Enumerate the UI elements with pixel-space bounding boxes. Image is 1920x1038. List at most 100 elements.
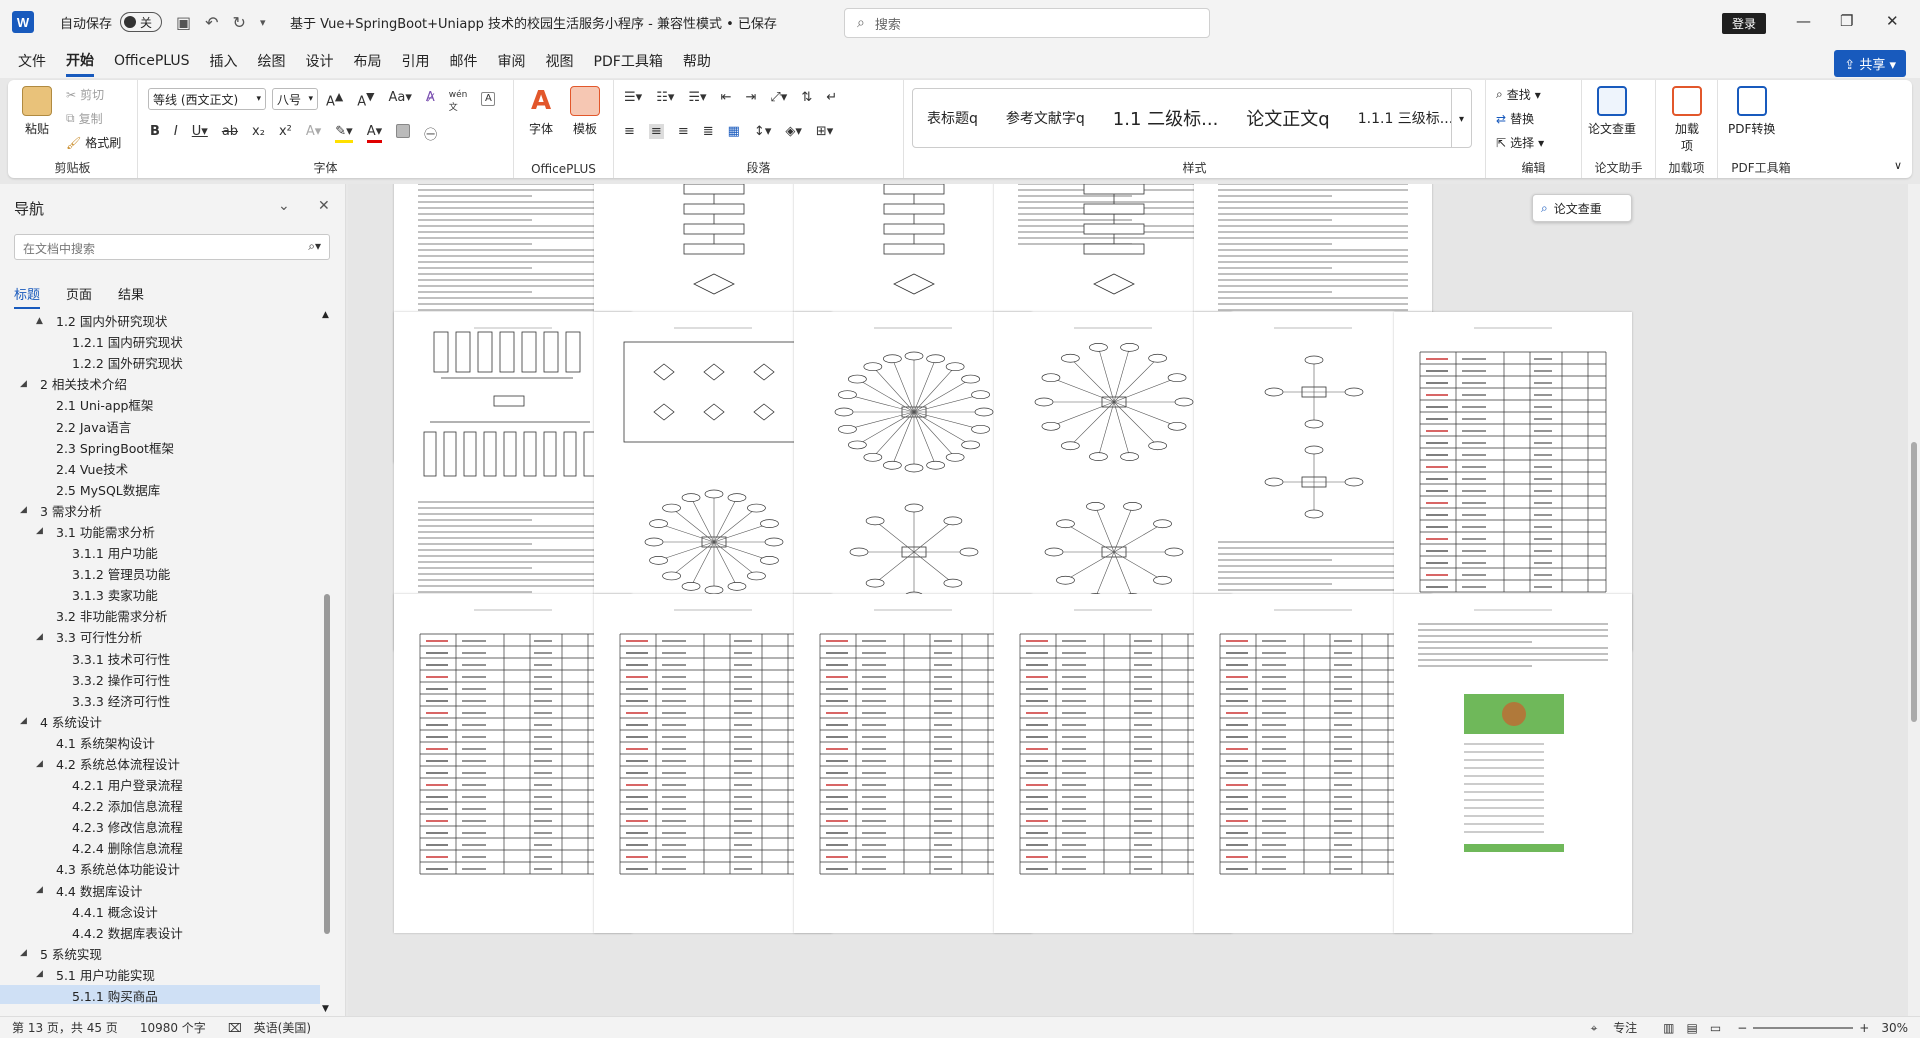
collapse-caret-icon[interactable]: ◢	[20, 379, 27, 389]
zoom-level[interactable]: 30%	[1881, 1021, 1908, 1035]
nav-heading-item[interactable]: 1.2.1 国内研究现状	[0, 331, 320, 352]
text-effects-icon[interactable]: A▾	[306, 124, 321, 143]
align-right-icon[interactable]: ≡	[678, 124, 689, 139]
nav-heading-item[interactable]: 2.4 Vue技术	[0, 458, 320, 479]
nav-scrollbar[interactable]: ▲ ▼	[322, 310, 332, 1014]
focus-mode[interactable]: ⌖ 专注	[1591, 1019, 1638, 1036]
login-button[interactable]: 登录	[1722, 13, 1767, 34]
subscript-icon[interactable]: x₂	[252, 124, 265, 143]
collapse-caret-icon[interactable]: ◢	[36, 969, 43, 979]
nav-heading-item[interactable]: 2.5 MySQL数据库	[0, 479, 320, 500]
align-left-icon[interactable]: ≡	[624, 124, 635, 139]
share-button[interactable]: ⇪ 共享 ▾	[1834, 50, 1906, 77]
minimize-icon[interactable]: —	[1796, 12, 1811, 30]
language-indicator[interactable]: 英语(美国)	[254, 1019, 311, 1036]
style-table-title[interactable]: 表标题q	[913, 108, 992, 128]
tab-design[interactable]: 设计	[306, 47, 334, 75]
nav-heading-item[interactable]: 4.4.1 概念设计	[0, 901, 320, 922]
nav-heading-item[interactable]: 3.3.3 经济可行性	[0, 690, 320, 711]
document-title[interactable]: 基于 Vue+SpringBoot+Uniapp 技术的校园生活服务小程序 - …	[290, 13, 777, 32]
find-button[interactable]: ⌕ 查找 ▾	[1496, 86, 1541, 103]
read-mode-icon[interactable]: ▥	[1663, 1021, 1674, 1035]
decrease-indent-icon[interactable]: ⇤	[721, 90, 732, 105]
collapse-ribbon-icon[interactable]: ∨	[1894, 159, 1902, 172]
nav-tab-headings[interactable]: 标题	[14, 284, 41, 309]
increase-indent-icon[interactable]: ⇥	[745, 90, 756, 105]
style-heading3[interactable]: 1.1.1 三级标...	[1344, 108, 1467, 128]
nav-close-icon[interactable]: ✕	[318, 198, 330, 214]
undo-icon[interactable]: ↶	[205, 13, 218, 32]
styles-more-icon[interactable]: ▾	[1451, 89, 1471, 147]
nav-heading-item[interactable]: 3.1.3 卖家功能	[0, 584, 320, 605]
collapse-caret-icon[interactable]: ◢	[20, 948, 27, 958]
document-page-thumbnail[interactable]	[1394, 594, 1632, 933]
page-count[interactable]: 第 13 页，共 45 页	[12, 1019, 118, 1036]
collapse-caret-icon[interactable]: ◢	[36, 632, 43, 642]
distributed-icon[interactable]: ▦	[728, 124, 740, 139]
tab-references[interactable]: 引用	[402, 47, 430, 75]
select-button[interactable]: ⇱ 选择 ▾	[1496, 134, 1544, 151]
nav-heading-item[interactable]: ◢ 3.3 可行性分析	[0, 626, 320, 647]
word-count[interactable]: 10980 个字	[140, 1019, 206, 1036]
nav-heading-item[interactable]: ◢ 4 系统设计	[0, 711, 320, 732]
nav-search-icon[interactable]: ⌕▾	[308, 239, 321, 254]
nav-heading-item[interactable]: 3.3.1 技术可行性	[0, 648, 320, 669]
bullets-icon[interactable]: ☰▾	[624, 90, 642, 105]
nav-heading-item[interactable]: 1.2.2 国外研究现状	[0, 352, 320, 373]
numbering-icon[interactable]: ☷▾	[656, 90, 674, 105]
nav-heading-item[interactable]: 4.2.4 删除信息流程	[0, 837, 320, 858]
tab-draw[interactable]: 绘图	[258, 47, 286, 75]
style-body[interactable]: 论文正文q	[1232, 105, 1343, 131]
zoom-slider[interactable]	[1753, 1026, 1854, 1029]
line-spacing-icon[interactable]: ↕▾	[754, 124, 771, 139]
nav-heading-item[interactable]: 4.2.3 修改信息流程	[0, 816, 320, 837]
restore-icon[interactable]: ❐	[1840, 12, 1853, 30]
nav-heading-item[interactable]: 3.2 非功能需求分析	[0, 605, 320, 626]
char-border-icon[interactable]: A	[481, 90, 496, 113]
tab-home[interactable]: 开始	[66, 46, 94, 77]
paste-button[interactable]: 粘贴	[22, 86, 52, 137]
nav-options-icon[interactable]: ⌄	[278, 198, 290, 214]
document-canvas[interactable]	[348, 184, 1908, 1016]
phonetic-guide-icon[interactable]: wén 文	[449, 90, 468, 113]
officeplus-font-button[interactable]: A 字体	[526, 86, 556, 137]
collapse-caret-icon[interactable]: ◢	[36, 885, 43, 895]
tab-mailings[interactable]: 邮件	[450, 47, 478, 75]
nav-heading-item[interactable]: 4.1 系统架构设计	[0, 732, 320, 753]
font-name-dropdown[interactable]: 等线 (西文正文) ▾	[148, 88, 266, 110]
document-scrollbar[interactable]	[1908, 184, 1920, 1016]
nav-heading-item[interactable]: ◢ 4.2 系统总体流程设计	[0, 753, 320, 774]
collapse-caret-icon[interactable]: ◢	[20, 505, 27, 515]
collapse-caret-icon[interactable]: ◢	[20, 716, 27, 726]
enclose-char-icon[interactable]: ㊀	[424, 124, 437, 143]
search-box[interactable]: ⌕ 搜索	[844, 8, 1210, 38]
style-reference[interactable]: 参考文献字q	[992, 108, 1099, 128]
quick-access-more-icon[interactable]: ▾	[260, 16, 266, 29]
nav-tab-results[interactable]: 结果	[118, 284, 144, 309]
nav-heading-item[interactable]: 3.3.2 操作可行性	[0, 669, 320, 690]
replace-button[interactable]: ⇄ 替换	[1496, 110, 1534, 127]
tab-help[interactable]: 帮助	[683, 47, 711, 75]
chinese-layout-icon[interactable]: ⤢▾	[770, 90, 787, 105]
pdf-convert-button[interactable]: PDF转换	[1728, 86, 1775, 137]
print-layout-icon[interactable]: ▤	[1687, 1021, 1698, 1035]
nav-heading-item[interactable]: 4.4.2 数据库表设计	[0, 922, 320, 943]
highlight-icon[interactable]: ✎▾	[335, 124, 353, 143]
strikethrough-icon[interactable]: ab	[222, 124, 238, 143]
clear-format-icon[interactable]: A̷	[426, 90, 435, 113]
nav-heading-item[interactable]: 5.1.1 购买商品	[0, 985, 320, 1004]
align-center-icon[interactable]: ≡	[648, 124, 664, 139]
nav-heading-item[interactable]: 4.2.2 添加信息流程	[0, 795, 320, 816]
collapse-caret-icon[interactable]: ▲	[36, 316, 43, 326]
nav-heading-item[interactable]: 4.2.1 用户登录流程	[0, 774, 320, 795]
style-heading2[interactable]: 1.1 二级标...	[1099, 105, 1233, 131]
tab-review[interactable]: 审阅	[498, 47, 526, 75]
justify-icon[interactable]: ≣	[703, 124, 714, 139]
tab-view[interactable]: 视图	[546, 47, 574, 75]
copy-button[interactable]: ⧉ 复制	[66, 110, 103, 127]
nav-heading-item[interactable]: ◢ 3.1 功能需求分析	[0, 521, 320, 542]
font-size-dropdown[interactable]: 八号 ▾	[272, 88, 318, 110]
nav-heading-item[interactable]: 2.2 Java语言	[0, 415, 320, 436]
format-painter-button[interactable]: 🖌 格式刷	[66, 134, 121, 151]
char-shading-icon[interactable]	[396, 124, 411, 143]
